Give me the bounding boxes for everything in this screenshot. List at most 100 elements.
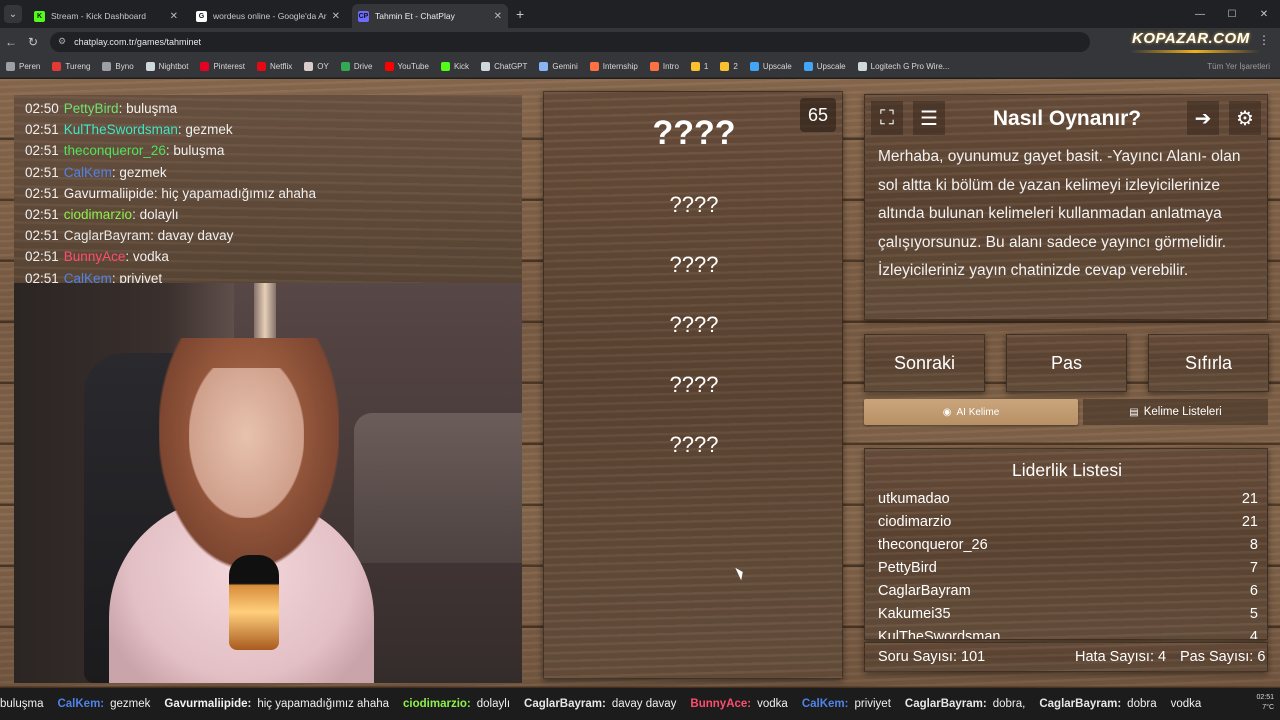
leaderboard-title: Liderlik Listesi: [1012, 460, 1122, 480]
maximize-icon[interactable]: ☐: [1216, 9, 1248, 20]
bookmark-item[interactable]: Netflix: [257, 61, 292, 71]
ticker-message: CaglarBayram: davay davay: [524, 698, 676, 710]
ticker-message: ciodimarzio: dolaylı: [403, 698, 510, 710]
bookmark-icon: [749, 61, 759, 71]
bookmark-item[interactable]: Upscale: [749, 61, 792, 71]
webcam-sofa: [354, 413, 522, 563]
word-lists-tab[interactable]: ▤ Kelime Listeleri: [1083, 399, 1268, 425]
chat-text: buluşma: [173, 143, 225, 159]
bookmark-label: 1: [703, 61, 709, 71]
browser-tab[interactable]: K Stream - Kick Dashboard ✕: [28, 4, 184, 28]
ticker-text: dobra: [1127, 698, 1157, 710]
chat-message: 02:51 ciodimarzio: dolaylı: [25, 204, 522, 225]
ticker-text: buluşma: [0, 698, 44, 710]
bookmark-label: Tureng: [65, 61, 91, 71]
ticker-text: davay davay: [611, 698, 677, 710]
ticker-text: dobra,: [992, 698, 1026, 710]
ticker-message: CaglarBayram: dobra: [1039, 698, 1156, 710]
reset-button[interactable]: Sıfırla: [1148, 334, 1269, 392]
leaderboard-name: ciodimarzio: [878, 514, 952, 530]
chat-username: KulTheSwordsman: [63, 122, 178, 138]
bookmark-item[interactable]: Pinterest: [200, 61, 245, 71]
chat-message: 02:51 theconqueror_26: buluşma: [25, 140, 522, 161]
tab-close-icon[interactable]: ✕: [170, 11, 178, 22]
bookmark-item[interactable]: 1: [690, 61, 709, 71]
leaderboard-score: 7: [1249, 560, 1258, 576]
browser-tab[interactable]: CP Tahmin Et - ChatPlay ✕: [352, 4, 508, 28]
all-bookmarks-link[interactable]: Tüm Yer İşaretleri: [1207, 62, 1270, 71]
close-window-icon[interactable]: ✕: [1248, 9, 1280, 20]
pass-button[interactable]: Pas: [1006, 334, 1127, 392]
bookmark-item[interactable]: ChatGPT: [481, 61, 527, 71]
question-count: Soru Sayısı: 101: [878, 649, 986, 665]
ticker-username: CaglarBayram:: [524, 698, 606, 710]
chat-message: 02:51 Gavurmaliipide: hiç yapamadığımız a…: [25, 183, 522, 204]
bookmark-item[interactable]: YouTube: [384, 61, 429, 71]
chat-text: vodka: [132, 249, 169, 265]
word-lists-label: Kelime Listeleri: [1143, 406, 1222, 418]
chat-separator: :: [150, 228, 158, 244]
chat-time: 02:51: [25, 228, 59, 244]
webcam-streamer-face: [189, 368, 304, 518]
leaderboard-score: 8: [1249, 537, 1258, 553]
chat-username: CalKem: [63, 164, 112, 180]
bookmark-icon: [257, 61, 267, 71]
bookmark-item[interactable]: Byno: [102, 61, 134, 71]
tab-close-icon[interactable]: ✕: [494, 11, 502, 22]
bookmark-icon: [481, 61, 491, 71]
browser-tab-strip: ⌄ K Stream - Kick Dashboard ✕ Gwordeus onli…: [0, 0, 1280, 28]
bookmark-icon: [690, 61, 700, 71]
leaderboard-row: utkumadao 21: [878, 491, 1258, 507]
bookmark-item[interactable]: Gemini: [539, 61, 578, 71]
ai-word-tab[interactable]: ◉ AI Kelime: [864, 399, 1078, 425]
new-tab-button[interactable]: +: [516, 6, 524, 22]
webcam-microphone: [229, 555, 279, 650]
chat-text: privivet: [119, 270, 163, 283]
bookmark-icon: [200, 61, 210, 71]
ticker-username: CaglarBayram:: [904, 698, 987, 710]
reload-icon[interactable]: ↻: [22, 35, 44, 49]
ticker-text: hiç yapamadığımız ahaha: [257, 698, 390, 710]
ticker-message: BunnyAce: vodka: [690, 698, 787, 710]
tab-search-icon[interactable]: ⌄: [4, 5, 22, 23]
bookmark-item[interactable]: Kick: [440, 61, 469, 71]
chat-text: davay davay: [157, 228, 234, 244]
leaderboard-panel: Liderlik Listesi utkumadao 21 ciodimarzio 2…: [864, 448, 1268, 640]
bookmark-label: OY: [317, 61, 329, 71]
chat-time: 02:51: [25, 164, 59, 180]
tab-title: wordeus online - Google'da Ar: [213, 11, 327, 21]
bookmark-item[interactable]: Intro: [649, 61, 679, 71]
back-icon[interactable]: ←: [0, 35, 22, 49]
url-input[interactable]: ⚙ chatplay.com.tr/games/tahminet: [50, 31, 1090, 52]
bookmark-item[interactable]: 2: [720, 61, 738, 71]
exit-icon[interactable]: ➔: [1187, 101, 1219, 135]
bookmark-item[interactable]: OY: [304, 61, 329, 71]
next-button[interactable]: Sonraki: [864, 334, 985, 392]
tab-title: Tahmin Et - ChatPlay: [375, 11, 455, 21]
bookmark-item[interactable]: Logitech G Pro Wire...: [857, 61, 949, 71]
bookmark-item[interactable]: Drive: [340, 61, 373, 71]
minimize-icon[interactable]: —: [1184, 9, 1216, 20]
tab-favicon-icon: K: [34, 10, 45, 22]
tab-close-icon[interactable]: ✕: [332, 11, 340, 22]
chat-username: theconqueror_26: [63, 143, 166, 159]
bookmark-item[interactable]: Tureng: [52, 61, 91, 71]
site-info-icon[interactable]: ⚙: [58, 36, 66, 47]
ticker-message: Gavurmaliipide: hiç yapamadığımız ahaha: [164, 698, 389, 710]
bookmark-icon: [145, 61, 155, 71]
leaderboard-row: KulTheSwordsman 4: [878, 629, 1258, 639]
bookmarks-bar: Peren Tureng Byno Nightbot Pinterest Netflix O…: [0, 55, 1280, 78]
leaderboard-row: Kakumei35 5: [878, 606, 1258, 622]
ticker-username: CaglarBayram:: [1039, 698, 1122, 710]
ticker-text: vodka: [1170, 698, 1202, 710]
settings-gear-icon[interactable]: ⚙: [1229, 101, 1261, 135]
tab-favicon-icon: CP: [358, 10, 369, 22]
bookmark-item[interactable]: Nightbot: [145, 61, 188, 71]
browser-menu-icon[interactable]: ⋮: [1258, 33, 1270, 47]
chat-time: 02:51: [25, 249, 59, 265]
browser-tab[interactable]: Gwordeus online - Google'da Ar ✕: [190, 4, 346, 28]
bookmark-item[interactable]: Upscale: [803, 61, 846, 71]
bookmark-item[interactable]: Internship: [589, 61, 638, 71]
bookmark-item[interactable]: Peren: [6, 61, 40, 71]
clock-time: 02:51: [1256, 694, 1274, 701]
